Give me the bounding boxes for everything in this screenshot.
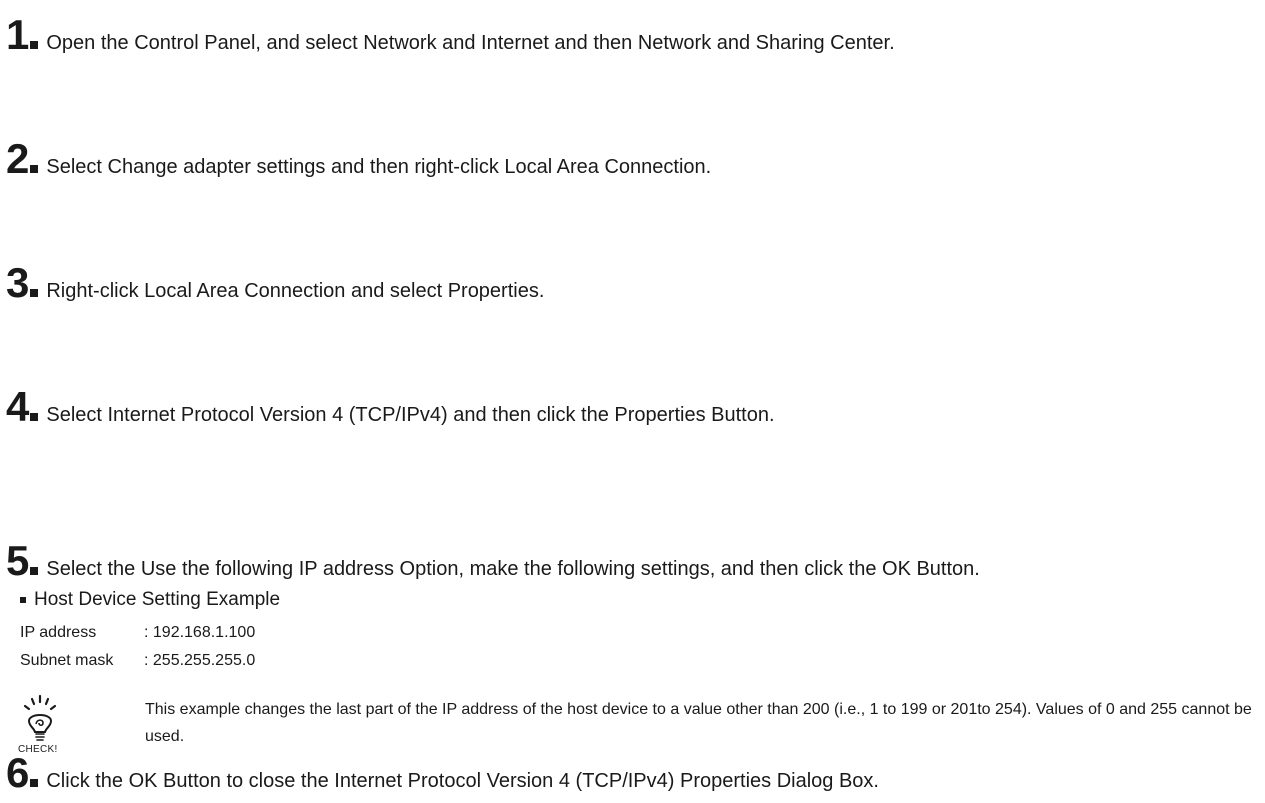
step-number: 4 — [6, 383, 29, 430]
step-5: 5 Select the Use the following IP addres… — [6, 540, 980, 582]
step-dot — [30, 165, 39, 173]
step-text: Click the OK Button to close the Interne… — [46, 770, 879, 792]
step-6: 6 Click the OK Button to close the Inter… — [6, 752, 879, 794]
step-number: 6 — [6, 749, 29, 796]
example-row-ip: IP address : 192.168.1.100 — [20, 624, 255, 642]
bullet-icon — [20, 597, 26, 603]
step-4: 4 Select Internet Protocol Version 4 (TC… — [6, 386, 775, 428]
step-dot — [30, 289, 39, 297]
step-2: 2 Select Change adapter settings and the… — [6, 138, 711, 180]
example-key: Subnet mask — [20, 652, 114, 669]
step-number: 5 — [6, 537, 29, 584]
lightbulb-icon — [23, 694, 57, 741]
step-1: 1 Open the Control Panel, and select Net… — [6, 14, 895, 56]
step-number: 2 — [6, 135, 29, 182]
step-text: Select the Use the following IP address … — [46, 558, 980, 580]
example-value: : 255.255.255.0 — [144, 652, 256, 669]
example-key: IP address — [20, 624, 97, 641]
step-dot — [30, 413, 39, 421]
step-text: Right-click Local Area Connection and se… — [46, 280, 545, 302]
step-dot — [30, 41, 39, 49]
step-number: 3 — [6, 259, 29, 306]
step-text: Select Change adapter settings and then … — [46, 156, 712, 178]
step-dot — [30, 779, 39, 787]
example-row-subnet: Subnet mask : 255.255.255.0 — [20, 652, 255, 670]
example-value: : 192.168.1.100 — [144, 624, 256, 641]
example-heading-text: Host Device Setting Example — [34, 589, 281, 610]
step-text: Select Internet Protocol Version 4 (TCP/… — [46, 404, 775, 426]
step-number: 1 — [6, 11, 29, 58]
step-text: Open the Control Panel, and select Netwo… — [46, 32, 895, 54]
check-note: This example changes the last part of th… — [145, 701, 1252, 745]
step-3: 3 Right-click Local Area Connection and … — [6, 262, 544, 304]
step-dot — [30, 567, 39, 575]
example-heading: Host Device Setting Example — [20, 589, 280, 611]
